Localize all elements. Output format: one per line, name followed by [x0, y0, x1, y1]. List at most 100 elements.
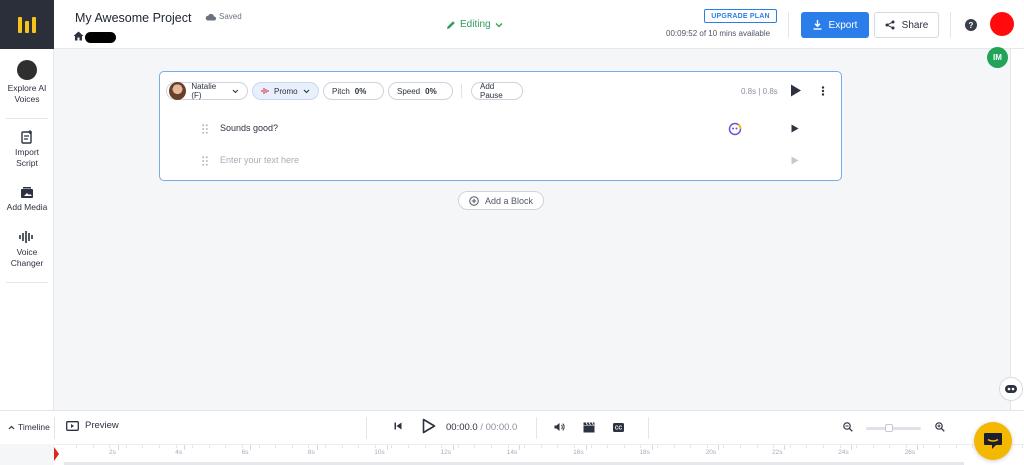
divider [366, 417, 367, 439]
ruler-minor-tick [773, 445, 775, 448]
voice-style-selector[interactable]: Promo [252, 82, 319, 100]
ruler-tick-label: 22s [772, 445, 787, 456]
zoom-slider-thumb[interactable] [885, 424, 893, 432]
zoom-out-icon[interactable] [843, 422, 853, 432]
sidebar-item-label: Voices [14, 94, 40, 104]
play-line-icon[interactable] [791, 156, 799, 165]
chat-support-button[interactable] [974, 422, 1012, 460]
divider [461, 84, 462, 98]
sidebar-item-label: Voice [16, 247, 38, 257]
divider [536, 417, 537, 439]
timeline-toggle[interactable]: Timeline [8, 422, 50, 432]
block-duration: 0.8s | 0.8s [741, 87, 778, 96]
timeline-label: Timeline [18, 422, 50, 432]
voice-avatar-icon [17, 60, 37, 80]
text-input-placeholder[interactable]: Enter your text here [220, 155, 299, 165]
share-icon [885, 20, 895, 30]
more-options-icon[interactable] [821, 86, 825, 96]
export-label: Export [828, 19, 858, 31]
zoom-slider-track[interactable] [866, 427, 921, 430]
save-status-label: Saved [219, 12, 242, 21]
playback-time: 00:00.0 / 00:00.0 [446, 422, 517, 433]
user-avatar[interactable] [990, 12, 1014, 36]
ruler-minor-tick [839, 445, 841, 448]
captions-icon[interactable]: CC [613, 423, 624, 432]
ruler-minor-tick [109, 445, 111, 448]
sidebar-item-explore-ai-voices[interactable]: Explore AI Voices [0, 60, 54, 105]
ruler-tick-label: 20s [705, 445, 720, 456]
line-text[interactable]: Sounds good? [220, 123, 278, 133]
ruler-minor-tick [740, 445, 741, 448]
redacted-breadcrumb [85, 32, 116, 43]
emphasis-icon[interactable] [728, 122, 742, 136]
ruler-minor-tick [391, 445, 393, 448]
ruler-tick-label: 6s [241, 445, 252, 456]
extension-panel-edge [1010, 49, 1024, 410]
chevron-up-icon [8, 425, 15, 429]
drag-handle-icon[interactable] [202, 156, 208, 166]
ruler-minor-tick [524, 445, 526, 448]
help-icon[interactable]: ? [965, 19, 977, 31]
ruler-minor-tick [92, 445, 94, 448]
divider [788, 12, 789, 38]
ruler-minor-tick [159, 445, 160, 448]
play-block-icon[interactable] [790, 84, 802, 97]
sidebar-item-voice-changer[interactable]: Voice Changer [0, 230, 54, 269]
ruler-minor-tick [441, 445, 443, 448]
sidebar-item-label: Add Media [6, 202, 48, 212]
share-button[interactable]: Share [874, 12, 939, 38]
chat-bubble-icon [984, 433, 1002, 449]
voice-avatar [169, 82, 187, 100]
add-block-label: Add a Block [484, 195, 534, 206]
share-label: Share [901, 19, 929, 31]
sidebar-item-add-media[interactable]: Add Media [0, 186, 54, 213]
ruler-minor-tick [856, 445, 858, 448]
play-icon[interactable] [422, 418, 436, 434]
ruler-minor-tick [872, 445, 874, 448]
upgrade-plan-button[interactable]: UPGRADE PLAN [704, 9, 777, 23]
add-pause-button[interactable]: Add Pause [471, 82, 523, 100]
ruler-minor-tick [706, 445, 708, 448]
home-icon[interactable] [73, 31, 84, 41]
ruler-minor-tick [939, 445, 941, 448]
speed-label: Speed [397, 86, 421, 96]
chevron-down-icon [303, 89, 309, 93]
svg-text:?: ? [969, 21, 974, 30]
divider [6, 118, 48, 119]
ruler-minor-tick [491, 445, 492, 448]
volume-icon[interactable] [554, 422, 565, 432]
ruler-minor-tick [889, 445, 891, 448]
add-block-button[interactable]: Add a Block [458, 191, 544, 210]
ruler-minor-tick [175, 445, 177, 448]
ruler-tick-label: 12s [440, 445, 455, 456]
assistant-bot-icon[interactable] [999, 377, 1023, 401]
im-extension-badge[interactable]: IM [987, 47, 1008, 68]
mode-selector[interactable]: Editing [446, 19, 503, 30]
ruler-minor-tick [275, 445, 277, 448]
ruler-tick-label: 18s [639, 445, 654, 456]
speed-control[interactable]: Speed 0% [388, 82, 453, 100]
clapperboard-icon[interactable] [583, 422, 595, 433]
zoom-in-icon[interactable] [935, 422, 945, 432]
top-header: My Awesome Project Saved Editing UPGRADE… [54, 0, 1024, 49]
pitch-control[interactable]: Pitch 0% [323, 82, 384, 100]
preview-icon [66, 420, 79, 431]
app-logo[interactable] [0, 0, 54, 49]
sidebar-item-import-script[interactable]: Import Script [0, 130, 54, 169]
text-line: Sounds good? [160, 116, 840, 142]
divider [648, 417, 649, 439]
media-icon [21, 187, 33, 198]
ruler-minor-tick [823, 445, 824, 448]
drag-handle-icon[interactable] [202, 124, 208, 134]
play-line-icon[interactable] [791, 124, 799, 133]
ruler-minor-tick [607, 445, 609, 448]
preview-button[interactable]: Preview [66, 420, 119, 431]
voice-selector[interactable]: Natalie (F) [166, 82, 248, 100]
pitch-value: 0% [354, 86, 367, 96]
ruler-minor-tick [690, 445, 692, 448]
skip-back-icon[interactable] [394, 422, 402, 430]
export-button[interactable]: Export [801, 12, 869, 38]
project-title[interactable]: My Awesome Project [75, 11, 191, 25]
ruler-minor-tick [673, 445, 675, 448]
playhead-marker[interactable] [54, 447, 59, 461]
